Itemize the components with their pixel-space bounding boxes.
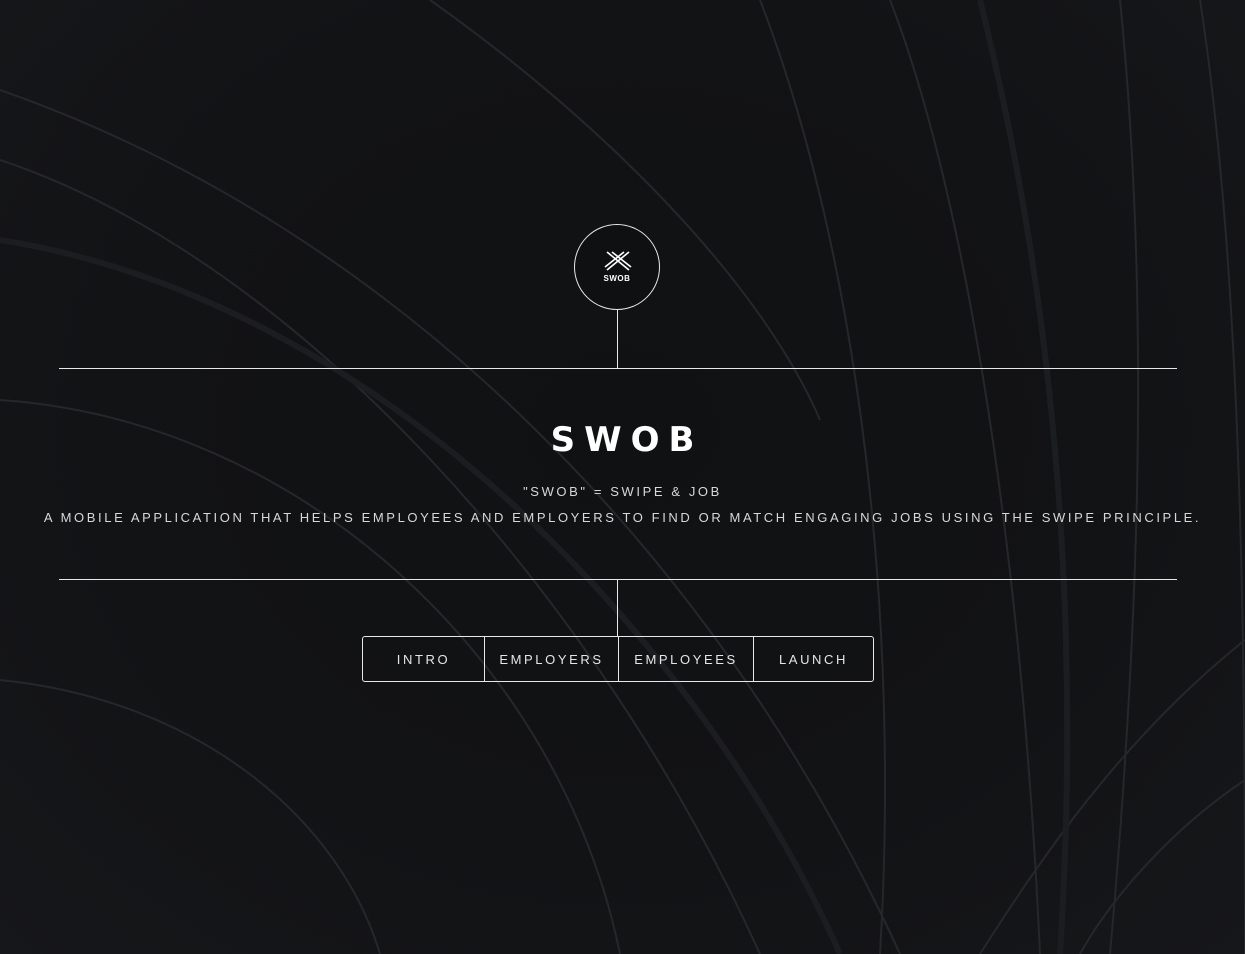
background xyxy=(0,0,1245,954)
section-nav: INTRO EMPLOYERS EMPLOYEES LAUNCH xyxy=(362,636,874,682)
nav-item-employees[interactable]: EMPLOYEES xyxy=(618,637,753,681)
swob-x-logo-icon xyxy=(604,251,632,271)
logo-text: SWOB xyxy=(603,274,631,283)
connector-line-top xyxy=(617,310,618,368)
nav-item-intro[interactable]: INTRO xyxy=(363,637,484,681)
background-curves xyxy=(0,0,1245,954)
tagline: "SWOB" = SWIPE & JOB xyxy=(523,484,722,499)
connector-line-bottom xyxy=(617,579,618,636)
nav-item-launch[interactable]: LAUNCH xyxy=(753,637,873,681)
description: A MOBILE APPLICATION THAT HELPS EMPLOYEE… xyxy=(43,510,1202,525)
logo-badge[interactable]: SWOB xyxy=(574,224,660,310)
divider-top xyxy=(59,368,1177,369)
nav-item-employers[interactable]: EMPLOYERS xyxy=(484,637,618,681)
page-title: SWOB xyxy=(550,420,704,460)
divider-bottom xyxy=(59,579,1177,580)
